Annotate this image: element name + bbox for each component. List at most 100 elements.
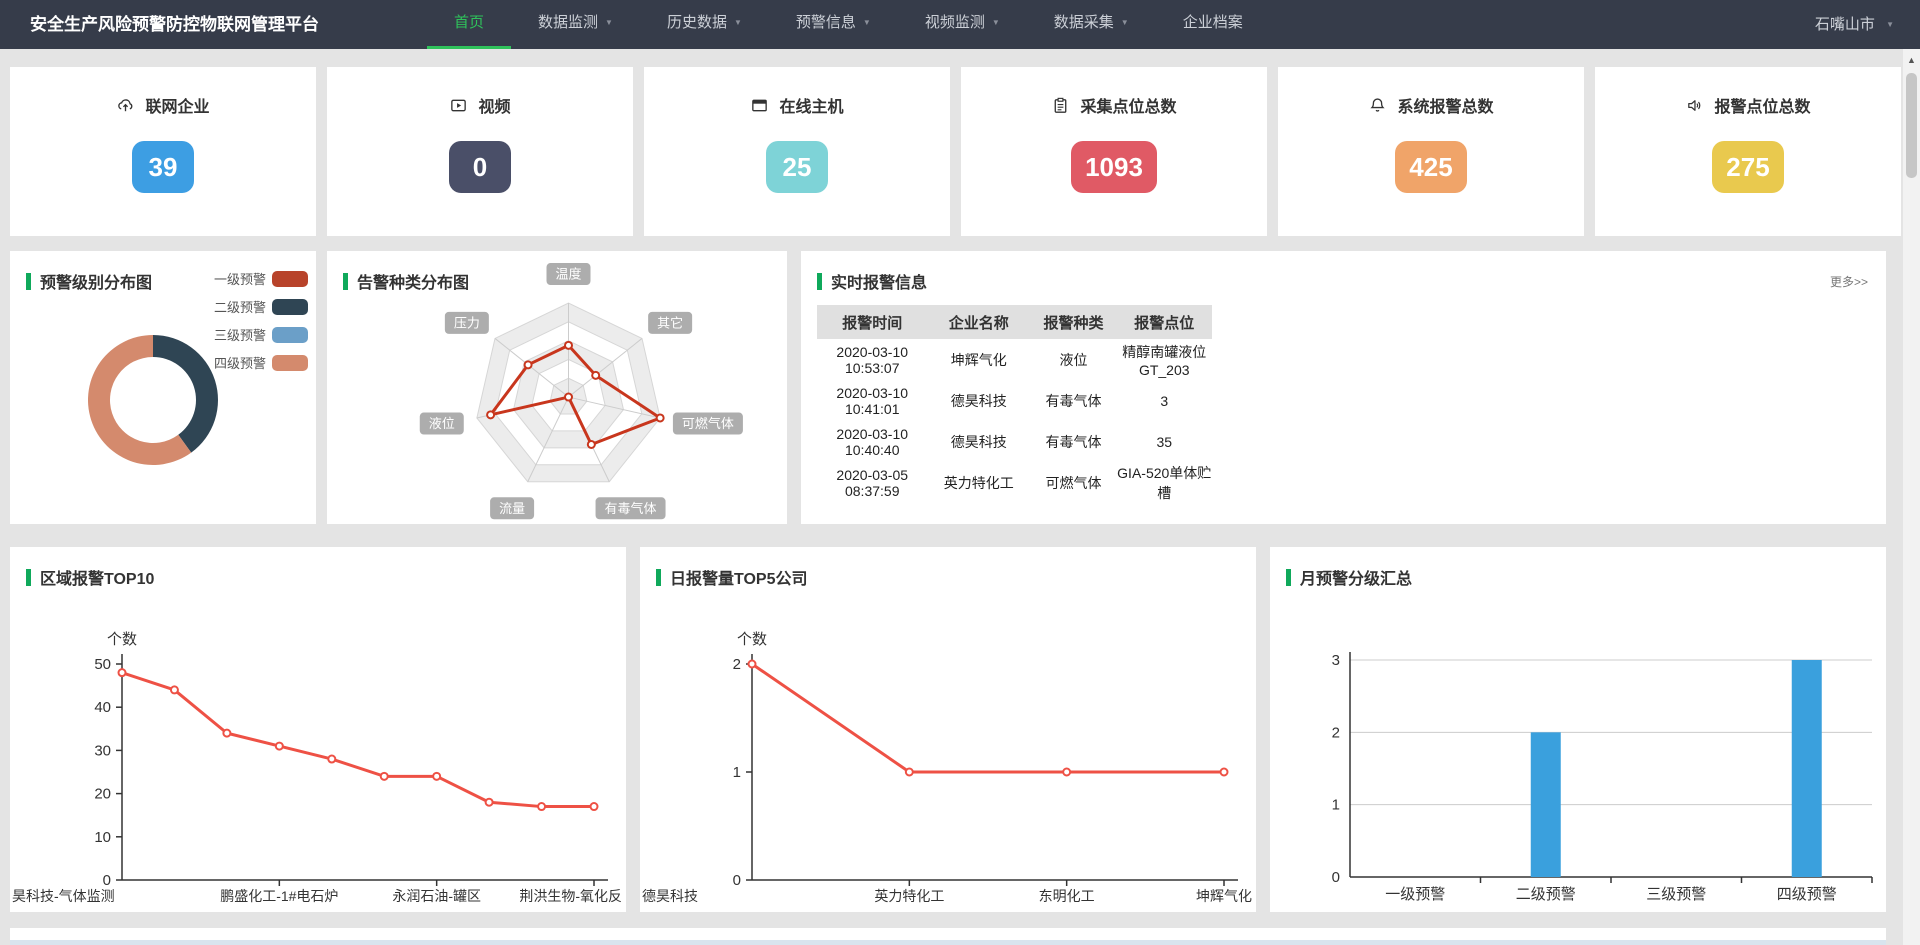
vertical-scrollbar[interactable]: ▲ [1903, 49, 1920, 945]
cloud-upload-icon [116, 96, 135, 115]
data-point [119, 669, 126, 676]
nav-item-0[interactable]: 首页 [427, 0, 511, 49]
x-axis-label: 昊科技-气体监测 [12, 888, 115, 904]
table-cell: 液位 [1030, 339, 1117, 380]
x-axis-label: 四级预警 [1777, 886, 1837, 903]
table-row[interactable]: 2020-03-10 10:53:07坤辉气化液位精醇南罐液位GT_203 [817, 339, 1212, 380]
svg-text:1: 1 [733, 764, 741, 781]
svg-text:40: 40 [94, 699, 111, 716]
panel-title: 实时报警信息 [831, 269, 927, 293]
stat-value-badge: 25 [766, 141, 828, 193]
line-top10: 个数01020304050昊科技-气体监测鹏盛化工-1#电石炉永润石油-罐区荆洪… [10, 597, 626, 908]
data-point [1063, 769, 1070, 776]
nav-item-1[interactable]: 数据监测▼ [511, 0, 640, 49]
panel-title: 区域报警TOP10 [40, 565, 154, 589]
radar-axis-label: 温度 [555, 267, 581, 282]
partial-panel-strip [10, 940, 1886, 945]
table-row[interactable]: 2020-03-10 10:41:01德昊科技有毒气体3 [817, 380, 1212, 421]
stat-label: 联网企业 [145, 93, 209, 117]
table-row[interactable]: 2020-03-10 10:40:40德昊科技有毒气体35 [817, 421, 1212, 462]
title-marker [656, 569, 661, 586]
table-cell: 英力特化工 [927, 462, 1030, 503]
data-point [749, 661, 756, 668]
data-point [538, 803, 545, 810]
radar-axis-label: 其它 [657, 315, 683, 330]
legend-label: 二级预警 [214, 300, 266, 315]
table-cell: 有毒气体 [1030, 421, 1117, 462]
radar-axis-label: 液位 [429, 416, 455, 431]
middle-row: 预警级别分布图 一级预警二级预警三级预警四级预警 告警种类分布图 温度其它可燃气… [10, 251, 1886, 524]
panel-monthly-summary: 月预警分级汇总 0123一级预警二级预警三级预警四级预警 [1270, 547, 1886, 912]
svg-text:2: 2 [1332, 724, 1340, 741]
data-point [591, 803, 598, 810]
nav-item-3[interactable]: 预警信息▼ [769, 0, 898, 49]
city-selector[interactable]: 石嘴山市 ▼ [1815, 0, 1894, 49]
bar [1792, 660, 1822, 877]
x-axis-label: 二级预警 [1516, 886, 1576, 903]
data-point [588, 441, 595, 448]
chevron-down-icon: ▼ [1886, 20, 1894, 29]
data-point [487, 411, 494, 418]
nav-menu: 首页数据监测▼历史数据▼预警信息▼视频监测▼数据采集▼企业档案 [427, 0, 1270, 49]
alarm-type-radar-chart: 温度其它可燃气体有毒气体流量液位压力 [327, 251, 787, 524]
app-title: 安全生产风险预警防控物联网管理平台 [30, 0, 319, 49]
speaker-icon [1685, 96, 1704, 115]
svg-text:3: 3 [1332, 652, 1340, 669]
legend-swatch [272, 271, 308, 287]
stat-card-enterprises: 联网企业 39 [10, 67, 316, 236]
chevron-down-icon: ▼ [992, 18, 1000, 27]
table-cell: 可燃气体 [1030, 462, 1117, 503]
radar-axis-label: 流量 [499, 501, 525, 516]
svg-text:0: 0 [103, 872, 111, 889]
panel-title: 月预警分级汇总 [1300, 565, 1412, 589]
partial-next-panel [10, 928, 1886, 945]
radar-axis-label: 可燃气体 [682, 416, 734, 431]
nav-item-4[interactable]: 视频监测▼ [898, 0, 1027, 49]
bar [1531, 732, 1561, 877]
title-marker [1286, 569, 1291, 586]
alarm-col-header: 报警点位 [1117, 305, 1212, 339]
top-navbar: 安全生产风险预警防控物联网管理平台 首页数据监测▼历史数据▼预警信息▼视频监测▼… [0, 0, 1920, 49]
stat-label: 采集点位总数 [1080, 93, 1176, 117]
nav-item-5[interactable]: 数据采集▼ [1027, 0, 1156, 49]
stat-cards-row: 联网企业 39 视频 0 在线主机 25 [10, 67, 1901, 236]
chevron-down-icon: ▼ [863, 18, 871, 27]
monitor-icon [750, 96, 769, 115]
x-axis-label: 英力特化工 [874, 888, 944, 904]
stat-label: 系统报警总数 [1397, 93, 1493, 117]
city-label: 石嘴山市 [1815, 16, 1875, 33]
table-row[interactable]: 2020-03-05 08:37:59英力特化工可燃气体GIA-520单体贮槽 [817, 462, 1212, 503]
alarm-table-body: 2020-03-10 10:53:07坤辉气化液位精醇南罐液位GT_203202… [817, 339, 1212, 503]
x-axis-label: 永润石油-罐区 [392, 888, 481, 904]
legend-swatch [272, 355, 308, 371]
data-point [565, 342, 572, 349]
svg-text:50: 50 [94, 656, 111, 673]
data-point [223, 730, 230, 737]
bell-icon [1368, 96, 1387, 115]
table-cell: 德昊科技 [927, 421, 1030, 462]
nav-item-6[interactable]: 企业档案 [1156, 0, 1270, 49]
bottom-row: 区域报警TOP10 个数01020304050昊科技-气体监测鹏盛化工-1#电石… [10, 547, 1886, 912]
table-cell: 3 [1117, 380, 1212, 421]
data-point [486, 799, 493, 806]
line-series [122, 673, 594, 807]
scrollbar-up-arrow[interactable]: ▲ [1903, 49, 1920, 65]
table-cell: 精醇南罐液位GT_203 [1117, 339, 1212, 380]
realtime-alarm-table: 报警时间企业名称报警种类报警点位 2020-03-10 10:53:07坤辉气化… [817, 305, 1212, 503]
video-icon [449, 96, 468, 115]
donut-segment [153, 335, 218, 453]
stat-label: 报警点位总数 [1714, 93, 1810, 117]
more-link[interactable]: 更多>> [1830, 273, 1868, 290]
stat-value-badge: 0 [449, 141, 511, 193]
table-cell: 有毒气体 [1030, 380, 1117, 421]
nav-item-2[interactable]: 历史数据▼ [640, 0, 769, 49]
legend-swatch [272, 299, 308, 315]
table-cell: 坤辉气化 [927, 339, 1030, 380]
svg-text:0: 0 [1332, 869, 1340, 886]
table-cell: 35 [1117, 421, 1212, 462]
svg-text:1: 1 [1332, 797, 1340, 814]
scrollbar-thumb[interactable] [1906, 73, 1917, 178]
svg-text:10: 10 [94, 829, 111, 846]
title-marker [817, 273, 822, 290]
warn-level-donut-chart: 一级预警二级预警三级预警四级预警 [10, 251, 316, 524]
